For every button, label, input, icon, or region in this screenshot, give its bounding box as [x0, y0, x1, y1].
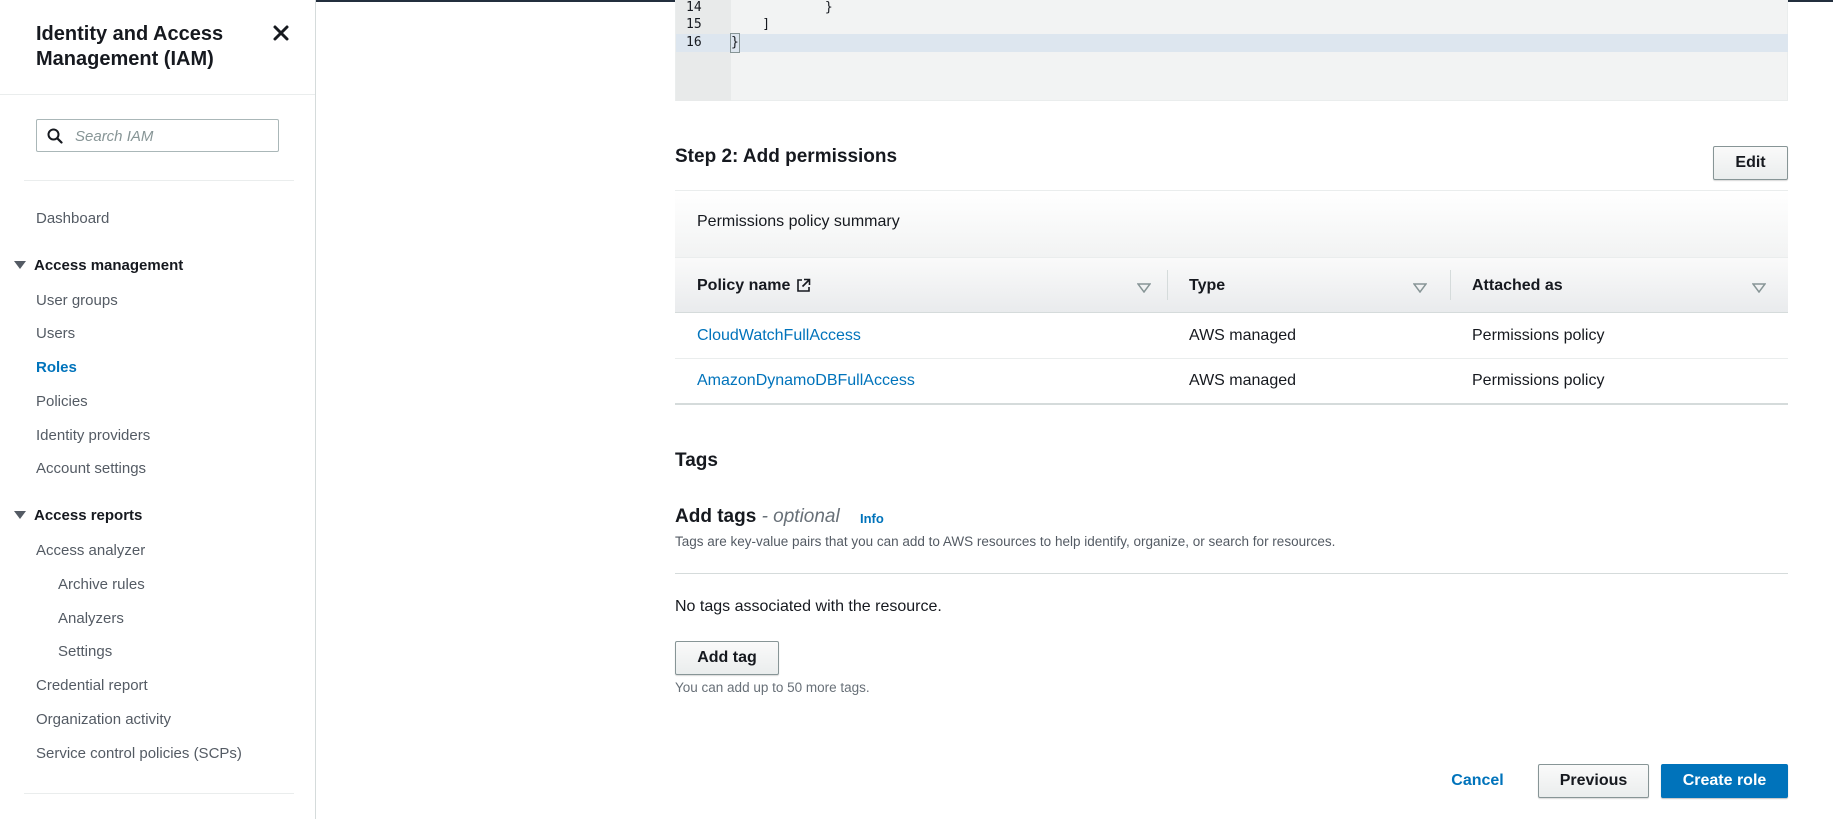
tags-section-title: Tags: [675, 450, 718, 471]
nav-dashboard[interactable]: Dashboard: [36, 209, 109, 229]
nav-identity-providers[interactable]: Identity providers: [36, 426, 150, 446]
line-number: 16: [686, 35, 702, 50]
nav-account-settings[interactable]: Account settings: [36, 459, 146, 479]
sort-down-icon[interactable]: [1136, 280, 1152, 294]
permissions-summary-header: Permissions policy summary: [675, 191, 1788, 258]
add-tags-title: Add tags: [675, 506, 757, 527]
column-separator: [1167, 270, 1168, 300]
tags-divider: [675, 573, 1788, 574]
column-label: Type: [1189, 276, 1226, 294]
policy-type: AWS managed: [1189, 327, 1297, 344]
nav-organization-activity[interactable]: Organization activity: [36, 710, 171, 730]
caret-down-icon: [14, 511, 26, 520]
search-iam-input[interactable]: [75, 124, 271, 148]
close-icon[interactable]: [270, 22, 292, 44]
trust-policy-editor[interactable]: 14 } 15 ] 16 }: [675, 0, 1788, 101]
code-text: }: [731, 0, 833, 15]
caret-down-icon: [14, 261, 26, 270]
nav-service-control-policies[interactable]: Service control policies (SCPs): [36, 744, 242, 764]
line-number: 14: [686, 0, 702, 15]
sidebar-divider: [24, 793, 294, 794]
code-text: ]: [731, 17, 771, 32]
code-text: }: [730, 33, 740, 53]
column-separator: [1450, 270, 1451, 300]
permissions-summary-title: Permissions policy summary: [697, 213, 900, 230]
nav-access-analyzer[interactable]: Access analyzer: [36, 541, 145, 561]
nav-section-label: Access reports: [34, 507, 143, 524]
nav-analyzer-settings[interactable]: Settings: [58, 642, 112, 662]
table-row: AmazonDynamoDBFullAccess AWS managed Per…: [675, 359, 1788, 404]
sidebar-divider: [24, 180, 294, 181]
nav-archive-rules[interactable]: Archive rules: [58, 575, 145, 595]
search-iam-field[interactable]: [36, 119, 279, 152]
column-header-attached-as[interactable]: Attached as: [1472, 258, 1772, 313]
nav-section-access-management[interactable]: Access management: [14, 256, 183, 276]
permissions-summary-panel: Permissions policy summary Policy name T…: [675, 190, 1788, 405]
iam-sidebar: Identity and Access Management (IAM) Das…: [0, 0, 316, 819]
sort-down-icon[interactable]: [1412, 280, 1428, 294]
nav-analyzers[interactable]: Analyzers: [58, 609, 124, 629]
create-role-button[interactable]: Create role: [1661, 764, 1788, 798]
code-line: 15 ]: [676, 16, 1788, 34]
external-link-icon: [796, 278, 811, 293]
line-number: 15: [686, 17, 702, 32]
sidebar-header: Identity and Access Management (IAM): [0, 0, 315, 95]
policy-attached-as: Permissions policy: [1472, 327, 1605, 344]
nav-user-groups[interactable]: User groups: [36, 291, 118, 311]
add-tags-heading: Add tags - optional: [675, 506, 840, 528]
previous-button[interactable]: Previous: [1538, 764, 1649, 798]
nav-roles[interactable]: Roles: [36, 358, 77, 378]
policy-name-link[interactable]: CloudWatchFullAccess: [697, 327, 861, 345]
no-tags-message: No tags associated with the resource.: [675, 598, 942, 615]
policy-type: AWS managed: [1189, 372, 1297, 389]
nav-users[interactable]: Users: [36, 324, 75, 344]
optional-label: - optional: [761, 506, 840, 527]
table-row: CloudWatchFullAccess AWS managed Permiss…: [675, 314, 1788, 359]
column-header-policy-name[interactable]: Policy name: [697, 258, 1157, 313]
tags-description: Tags are key-value pairs that you can ad…: [675, 534, 1336, 549]
tags-limit-hint: You can add up to 50 more tags.: [675, 680, 870, 695]
column-header-type[interactable]: Type: [1189, 258, 1449, 313]
column-label: Attached as: [1472, 276, 1563, 294]
nav-section-label: Access management: [34, 257, 184, 274]
add-tag-button[interactable]: Add tag: [675, 641, 779, 675]
nav-section-access-reports[interactable]: Access reports: [14, 506, 142, 526]
search-icon: [47, 128, 63, 144]
table-header: Policy name Type Attached as: [675, 258, 1788, 313]
sort-down-icon[interactable]: [1751, 280, 1767, 294]
column-label: Policy name: [697, 276, 791, 294]
step2-title: Step 2: Add permissions: [675, 146, 898, 167]
cancel-button[interactable]: Cancel: [1440, 764, 1515, 798]
sidebar-title: Identity and Access Management (IAM): [36, 23, 224, 70]
nav-credential-report[interactable]: Credential report: [36, 676, 148, 696]
edit-permissions-button[interactable]: Edit: [1713, 146, 1788, 180]
info-link[interactable]: Info: [860, 511, 884, 526]
code-line: 14 }: [676, 0, 1788, 17]
nav-policies[interactable]: Policies: [36, 392, 88, 412]
policy-attached-as: Permissions policy: [1472, 372, 1605, 389]
policy-name-link[interactable]: AmazonDynamoDBFullAccess: [697, 372, 915, 390]
code-line-active: 16 }: [676, 33, 1788, 53]
